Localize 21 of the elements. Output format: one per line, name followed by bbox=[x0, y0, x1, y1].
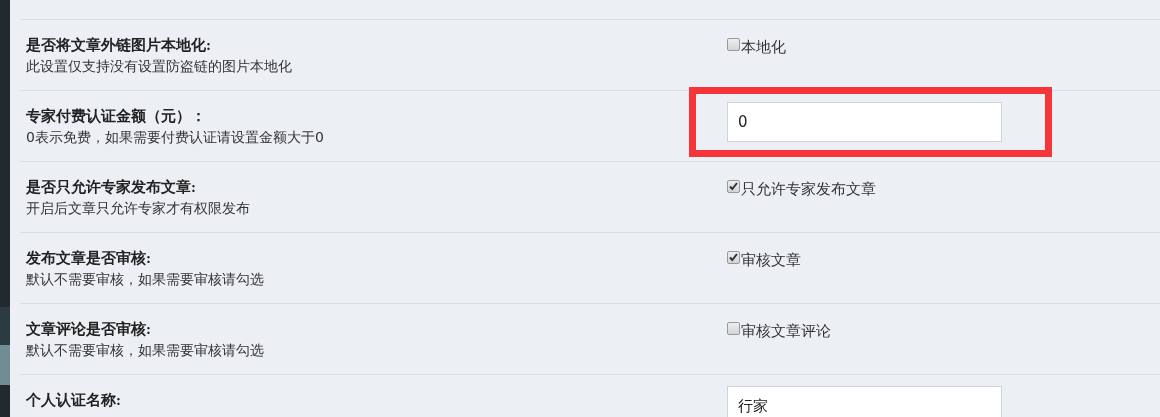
setting-title: 是否只允许专家发布文章: bbox=[26, 178, 197, 197]
setting-description: 开启后文章只允许专家才有权限发布 bbox=[26, 199, 251, 218]
checkbox[interactable] bbox=[727, 322, 740, 335]
setting-title: 文章评论是否审核: bbox=[26, 320, 152, 339]
input-field[interactable]: 行家 bbox=[727, 386, 1002, 417]
checkbox-label: 审核文章 bbox=[741, 250, 801, 270]
setting-title: 专家付费认证金额（元）： bbox=[26, 107, 207, 126]
checkbox-label: 只允许专家发布文章 bbox=[741, 179, 876, 199]
setting-description: 0表示免费，如果需要付费认证请设置金额大于0 bbox=[26, 128, 325, 147]
checkbox-label: 审核文章评论 bbox=[741, 321, 831, 341]
input-field[interactable]: 0 bbox=[727, 102, 1002, 142]
setting-title: 是否将文章外链图片本地化: bbox=[26, 36, 212, 55]
checkbox[interactable] bbox=[727, 251, 740, 264]
setting-description: 默认不需要审核，如果需要审核请勾选 bbox=[26, 270, 265, 289]
checkbox[interactable] bbox=[727, 180, 740, 193]
checkbox[interactable] bbox=[727, 38, 740, 51]
setting-description: 此设置仅支持没有设置防盗链的图片本地化 bbox=[26, 57, 293, 76]
setting-title: 发布文章是否审核: bbox=[26, 249, 152, 268]
setting-description: 默认不需要审核，如果需要审核请勾选 bbox=[26, 341, 265, 360]
setting-title: 个人认证名称: bbox=[26, 391, 122, 410]
checkbox-label: 本地化 bbox=[741, 37, 786, 57]
